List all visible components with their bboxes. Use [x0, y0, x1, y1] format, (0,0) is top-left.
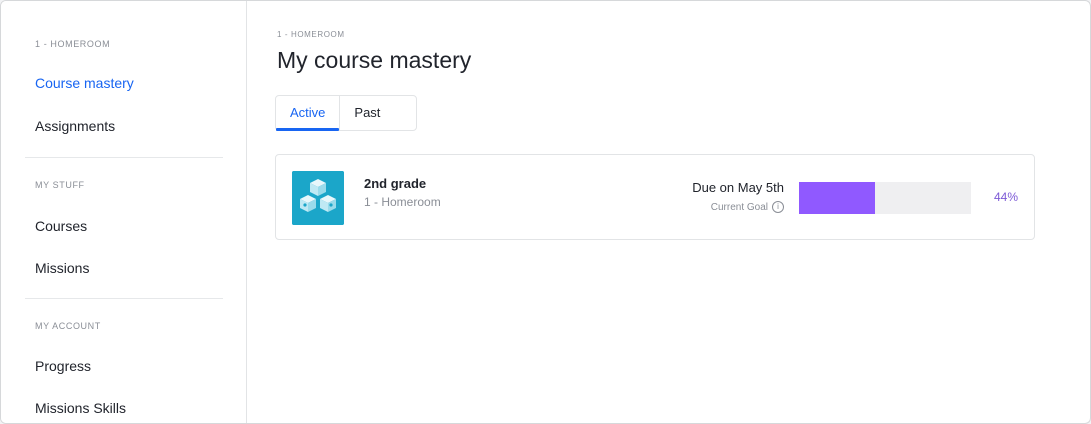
- sidebar-divider: [25, 298, 223, 299]
- due-date: Due on May 5th: [692, 180, 784, 195]
- page-title: My course mastery: [277, 47, 472, 73]
- sidebar-item-assignments[interactable]: Assignments: [35, 118, 115, 134]
- sidebar: 1 - HOMEROOM Course mastery Assignments …: [1, 1, 247, 423]
- sidebar-item-missions-skills[interactable]: Missions Skills: [35, 400, 126, 416]
- main-content: 1 - HOMEROOM My course mastery Active Pa…: [248, 1, 1090, 423]
- current-goal: Current Goal i: [666, 201, 784, 213]
- mastery-progress-fill: [799, 182, 875, 214]
- app-window: 1 - HOMEROOM Course mastery Assignments …: [0, 0, 1091, 424]
- sidebar-item-courses[interactable]: Courses: [35, 218, 87, 234]
- course-card[interactable]: 2nd grade 1 - Homeroom Due on May 5th Cu…: [275, 154, 1035, 240]
- sidebar-divider: [25, 157, 223, 158]
- sidebar-item-progress[interactable]: Progress: [35, 358, 91, 374]
- mastery-progress-bar: [799, 182, 971, 214]
- sidebar-my-stuff-heading: MY STUFF: [35, 180, 85, 190]
- course-blocks-icon: [292, 171, 344, 225]
- tab-active[interactable]: Active: [276, 96, 341, 131]
- breadcrumb[interactable]: 1 - HOMEROOM: [277, 30, 345, 39]
- sidebar-item-missions[interactable]: Missions: [35, 260, 89, 276]
- mastery-percent: 44%: [993, 190, 1018, 204]
- tab-past[interactable]: Past: [340, 96, 394, 130]
- course-name[interactable]: 2nd grade: [364, 176, 426, 191]
- sidebar-item-course-mastery[interactable]: Course mastery: [35, 75, 134, 91]
- sidebar-class-heading: 1 - HOMEROOM: [35, 39, 111, 49]
- current-goal-label: Current Goal: [710, 201, 768, 213]
- info-icon[interactable]: i: [772, 201, 784, 213]
- sidebar-my-account-heading: MY ACCOUNT: [35, 321, 101, 331]
- course-class-name: 1 - Homeroom: [364, 195, 441, 209]
- tab-bar: Active Past: [275, 95, 417, 131]
